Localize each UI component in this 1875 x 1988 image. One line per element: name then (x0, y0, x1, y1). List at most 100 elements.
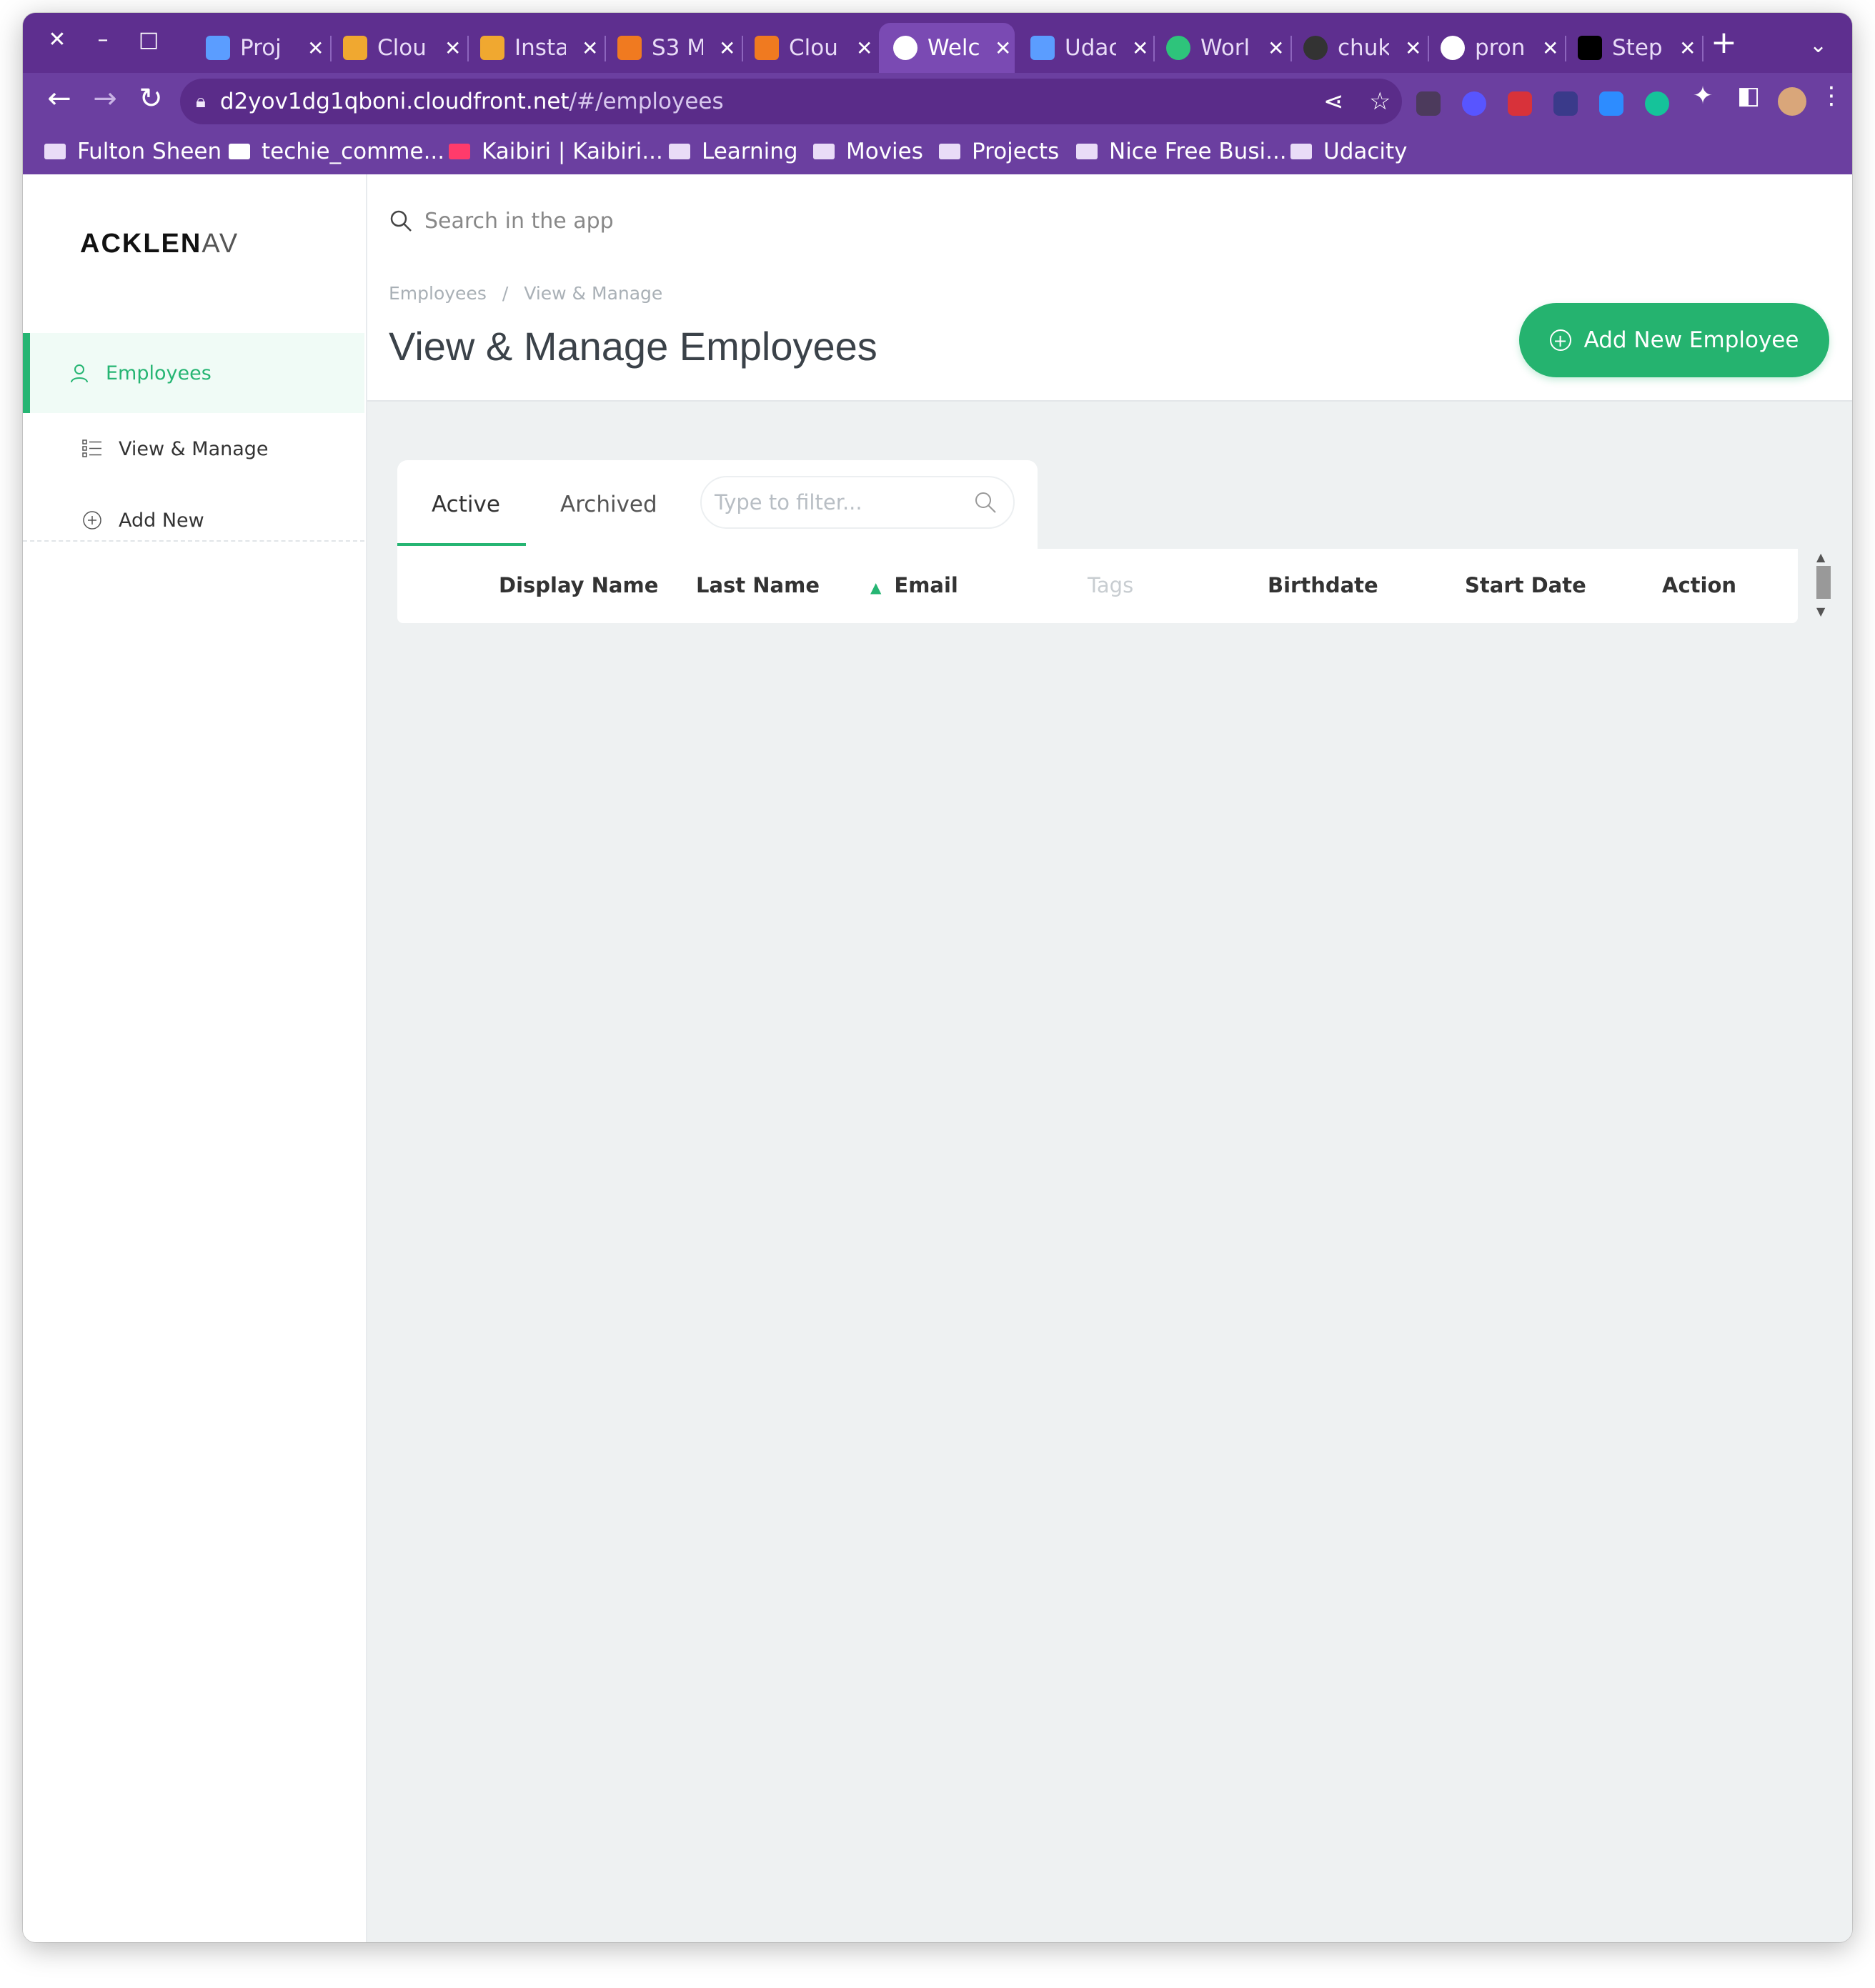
close-tab-icon[interactable]: ✕ (856, 36, 872, 60)
tab-archived[interactable]: Archived (560, 492, 657, 517)
browser-tab[interactable]: Step ✕ (1563, 23, 1699, 73)
zoom-extension-icon[interactable] (1599, 91, 1623, 116)
browser-tab[interactable]: pron ✕ (1426, 23, 1562, 73)
medium-favicon-icon (1578, 36, 1602, 60)
sidebar-item-add-new[interactable]: Add New (23, 480, 364, 560)
breadcrumb-item: View & Manage (524, 283, 663, 304)
sidebar-item-employees[interactable]: Employees (23, 333, 364, 413)
profile-avatar[interactable] (1778, 87, 1806, 116)
lock-icon: 🔒︎ (196, 90, 206, 112)
udacity-favicon-icon (206, 36, 230, 60)
close-tab-icon[interactable]: ✕ (307, 36, 324, 60)
app-logo: ACKLENAV (80, 229, 239, 259)
bookmarks-bar: Fulton Sheen techie_comme... Kaibiri | K… (23, 131, 1852, 174)
tab-title: Udac (1065, 35, 1116, 61)
column-header-tags: Tags (1088, 573, 1134, 597)
bookmark-item[interactable]: techie_comme... (229, 139, 444, 164)
tab-title: pron (1475, 35, 1526, 61)
close-tab-icon[interactable]: ✕ (1132, 36, 1148, 60)
browser-tab[interactable]: Clou ✕ (329, 23, 464, 73)
extension-icon[interactable] (1462, 91, 1486, 116)
tab-search-chevron-icon[interactable]: ⌄ (1809, 33, 1827, 58)
close-tab-icon[interactable]: ✕ (582, 36, 598, 60)
folder-icon (939, 144, 960, 159)
address-bar[interactable]: 🔒︎ d2yov1dg1qboni.cloudfront.net/#/emplo… (180, 79, 1402, 124)
bookmark-item[interactable]: Kaibiri | Kaibiri... (449, 139, 663, 164)
maximize-window-icon[interactable]: □ (134, 26, 163, 54)
aws-s3-favicon-icon (617, 36, 642, 60)
bookmark-item[interactable]: Fulton Sheen (44, 139, 222, 164)
tab-title: Worl (1200, 35, 1250, 61)
table-scrollbar[interactable]: ▲ ▼ (1815, 550, 1832, 622)
close-tab-icon[interactable]: ✕ (1542, 36, 1558, 60)
tab-active[interactable]: Active (432, 492, 500, 517)
tab-title: Clou (789, 35, 838, 61)
bookmark-label: Learning (702, 139, 798, 164)
side-panel-icon[interactable]: ◧ (1731, 80, 1766, 111)
browser-tab[interactable]: S3 M ✕ (603, 23, 739, 73)
forward-arrow-icon[interactable]: → (87, 83, 123, 114)
bookmark-item[interactable]: Nice Free Busi... (1076, 139, 1287, 164)
bookmark-label: Udacity (1323, 139, 1408, 164)
sidebar-item-label: Add New (119, 509, 204, 532)
sidebar-item-view-manage[interactable]: View & Manage (23, 409, 364, 489)
app-search-input[interactable]: Search in the app (389, 196, 1446, 246)
new-tab-icon[interactable]: + (1711, 27, 1737, 59)
close-tab-icon[interactable]: ✕ (995, 36, 1011, 60)
reload-icon[interactable]: ↻ (133, 83, 169, 114)
filter-input[interactable]: Type to filter... (700, 476, 1015, 529)
bookmark-item[interactable]: Learning (669, 139, 798, 164)
column-header-birthdate[interactable]: Birthdate (1268, 573, 1378, 597)
tab-title: chuk (1338, 35, 1389, 61)
udacity-favicon-icon (1030, 36, 1055, 60)
bookmark-item[interactable]: Projects (939, 139, 1059, 164)
tab-title: Insta (514, 35, 566, 61)
browser-tab[interactable]: Proj ✕ (192, 23, 327, 73)
folder-icon (1076, 144, 1098, 159)
close-tab-icon[interactable]: ✕ (1268, 36, 1284, 60)
tab-title: Clou (377, 35, 427, 61)
browser-menu-icon[interactable]: ⋮ (1814, 80, 1849, 111)
bookmark-item[interactable]: Udacity (1290, 139, 1408, 164)
close-tab-icon[interactable]: ✕ (444, 36, 461, 60)
breadcrumb-item[interactable]: Employees (389, 283, 487, 304)
close-tab-icon[interactable]: ✕ (1679, 36, 1696, 60)
app-root: ACKLENAV Employees View & Manage Add New (23, 174, 1852, 1942)
browser-tab[interactable]: Clou ✕ (740, 23, 876, 73)
extension-icon[interactable] (1508, 91, 1532, 116)
column-header-start-date[interactable]: Start Date (1465, 573, 1586, 597)
site-favicon-icon (229, 144, 250, 159)
plus-circle-icon: + (1549, 329, 1571, 351)
scroll-down-arrow-icon[interactable]: ▼ (1816, 605, 1825, 618)
browser-tab[interactable]: Udac ✕ (1016, 23, 1152, 73)
column-header-email[interactable]: ▲ Email (870, 573, 958, 597)
bookmark-star-icon[interactable]: ☆ (1369, 87, 1391, 116)
close-tab-icon[interactable]: ✕ (719, 36, 735, 60)
tab-title: Welc (927, 35, 979, 61)
browser-tab[interactable]: Insta ✕ (466, 23, 602, 73)
search-icon (389, 209, 413, 233)
tab-title: S3 M (652, 35, 703, 61)
column-header-display-name[interactable]: Display Name (499, 573, 658, 597)
tab-title: Step (1612, 35, 1663, 61)
extension-icon[interactable] (1416, 91, 1441, 116)
close-tab-icon[interactable]: ✕ (1405, 36, 1421, 60)
aws-cube-favicon-icon (343, 36, 367, 60)
bookmark-item[interactable]: Movies (813, 139, 923, 164)
browser-tab-active[interactable]: Welc ✕ (879, 23, 1015, 73)
extension-icon[interactable] (1553, 91, 1578, 116)
minimize-window-icon[interactable]: – (89, 26, 117, 54)
grammarly-extension-icon[interactable] (1645, 91, 1669, 116)
close-window-icon[interactable]: ✕ (43, 26, 71, 54)
scrollbar-thumb[interactable] (1816, 566, 1831, 599)
add-new-employee-button[interactable]: + Add New Employee (1519, 303, 1829, 377)
scroll-up-arrow-icon[interactable]: ▲ (1816, 550, 1825, 564)
share-icon[interactable]: ⋖ (1323, 87, 1344, 116)
sidebar-divider (23, 540, 364, 542)
browser-tab[interactable]: Worl ✕ (1152, 23, 1288, 73)
browser-chrome: ✕ – □ Proj ✕ Clou ✕ Insta ✕ S3 M ✕ Clou ✕ Wel… (23, 13, 1852, 174)
column-header-last-name[interactable]: Last Name (696, 573, 820, 597)
extensions-puzzle-icon[interactable]: ✦ (1685, 80, 1721, 111)
browser-tab[interactable]: chuk ✕ (1289, 23, 1425, 73)
back-arrow-icon[interactable]: ← (41, 83, 77, 114)
